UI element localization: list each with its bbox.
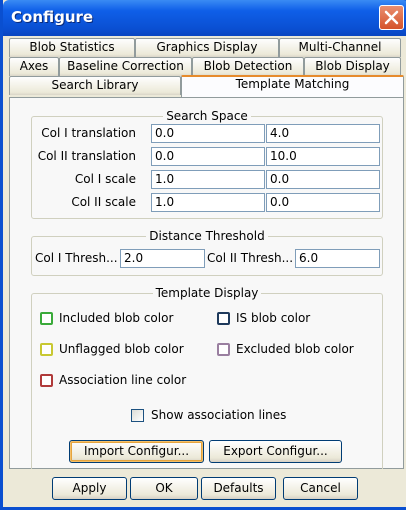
distance-threshold-title: Distance Threshold	[146, 229, 268, 243]
excluded-blob-color-swatch[interactable]	[217, 343, 230, 356]
tab-blob-display[interactable]: Blob Display	[304, 57, 401, 76]
col2-scale-label: Col II scale	[71, 195, 136, 209]
is-blob-color-label: IS blob color	[236, 311, 311, 325]
col2-thresh-label: Col II Thresh...	[207, 251, 294, 265]
col1-translation-max-input[interactable]: 4.0	[266, 124, 380, 143]
included-blob-color-label: Included blob color	[59, 311, 174, 325]
col1-scale-max-input[interactable]: 0.0	[266, 170, 380, 189]
col1-translation-label: Col I translation	[41, 126, 136, 140]
export-configuration-button[interactable]: Export Configur...	[209, 440, 342, 463]
window-title: Configure	[11, 8, 94, 26]
import-configuration-button[interactable]: Import Configur...	[69, 440, 204, 463]
template-display-title: Template Display	[152, 286, 262, 300]
close-icon	[384, 10, 399, 25]
tab-search-library[interactable]: Search Library	[9, 76, 181, 95]
apply-button[interactable]: Apply	[52, 477, 127, 500]
col1-thresh-label: Col I Thresh...	[35, 251, 118, 265]
is-blob-color-swatch[interactable]	[217, 312, 230, 325]
col2-translation-label: Col II translation	[37, 149, 136, 163]
col1-thresh-input[interactable]: 2.0	[120, 249, 205, 268]
title-bar[interactable]: Configure	[3, 0, 406, 36]
template-matching-panel: Search Space Col I translation 0.0 4.0 C…	[9, 97, 404, 469]
search-space-group: Search Space Col I translation 0.0 4.0 C…	[31, 109, 383, 219]
included-blob-color-swatch[interactable]	[40, 312, 53, 325]
show-association-lines-label: Show association lines	[151, 408, 287, 422]
tab-blob-statistics[interactable]: Blob Statistics	[9, 38, 135, 57]
tab-baseline-correction[interactable]: Baseline Correction	[59, 57, 192, 76]
association-line-color-swatch[interactable]	[40, 374, 53, 387]
tab-multi-channel[interactable]: Multi-Channel	[279, 38, 401, 57]
col2-thresh-input[interactable]: 6.0	[295, 249, 380, 268]
col1-scale-label: Col I scale	[74, 172, 136, 186]
ok-button[interactable]: OK	[130, 477, 198, 500]
close-button[interactable]	[379, 5, 404, 30]
search-space-title: Search Space	[163, 109, 251, 123]
col1-scale-min-input[interactable]: 1.0	[151, 170, 265, 189]
col2-translation-min-input[interactable]: 0.0	[151, 147, 265, 166]
configure-window: Configure Blob Statistics Graphics Displ…	[0, 0, 406, 510]
association-line-color-label: Association line color	[59, 373, 187, 387]
cancel-button[interactable]: Cancel	[283, 477, 358, 500]
distance-threshold-group: Distance Threshold Col I Thresh... 2.0 C…	[31, 229, 383, 276]
show-association-lines-checkbox[interactable]	[131, 409, 144, 422]
col1-translation-min-input[interactable]: 0.0	[151, 124, 265, 143]
col2-translation-max-input[interactable]: 10.0	[266, 147, 380, 166]
tab-axes[interactable]: Axes	[9, 57, 59, 76]
col2-scale-min-input[interactable]: 1.0	[151, 193, 265, 212]
defaults-button[interactable]: Defaults	[201, 477, 276, 500]
tab-template-matching[interactable]: Template Matching	[181, 75, 404, 97]
col2-scale-max-input[interactable]: 0.0	[266, 193, 380, 212]
tab-blob-detection[interactable]: Blob Detection	[192, 57, 304, 76]
excluded-blob-color-label: Excluded blob color	[236, 342, 354, 356]
unflagged-blob-color-label: Unflagged blob color	[59, 342, 184, 356]
dialog-client: Blob Statistics Graphics Display Multi-C…	[6, 36, 406, 507]
tab-graphics-display[interactable]: Graphics Display	[135, 38, 279, 57]
unflagged-blob-color-swatch[interactable]	[40, 343, 53, 356]
